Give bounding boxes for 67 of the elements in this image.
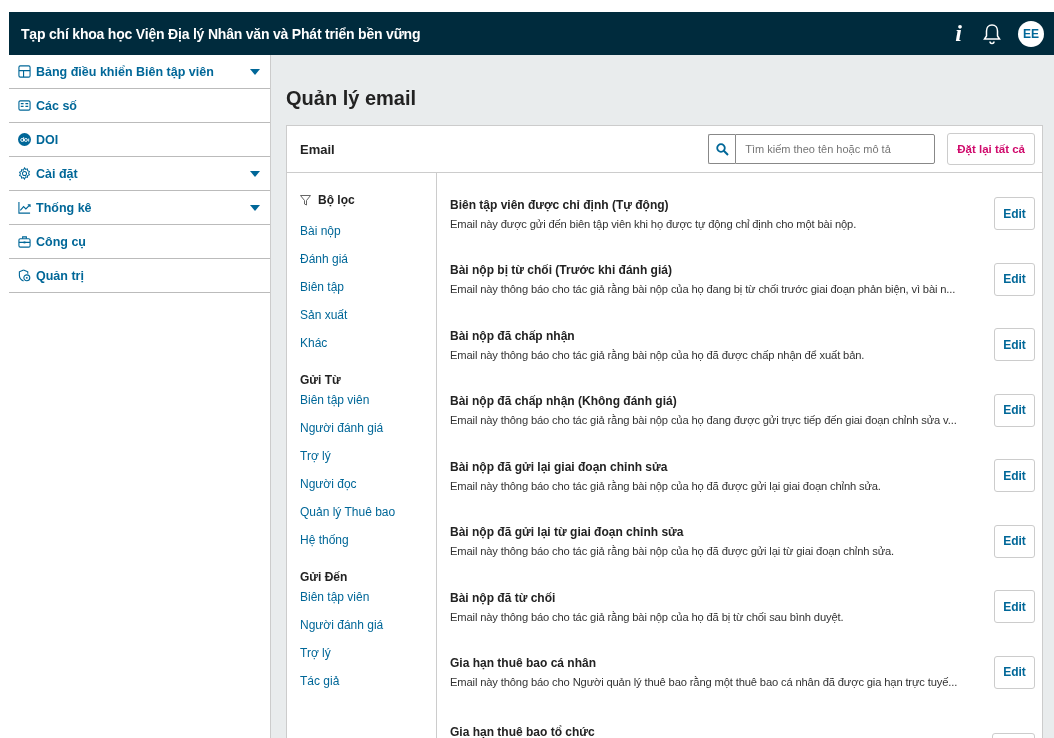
- sidebar-item[interactable]: DOI: [9, 123, 270, 157]
- search-field[interactable]: Tìm kiếm theo tên hoặc mô tả: [735, 134, 936, 164]
- panel-title: Email: [300, 141, 336, 157]
- email-description: Email này thông báo cho tác giả rằng bài nộp của họ đang bị từ chối trước giai đoạn phản biện, vì bài n...: [450, 283, 957, 296]
- reset-all-button[interactable]: Đặt lại tất cả: [947, 133, 1035, 165]
- filter-link[interactable]: Người đánh giá: [300, 618, 384, 632]
- email-description: Email này thông báo cho Người quản lý thuê bao rằng một thuê bao cá nhân đã được gia hạn trực tuyế...: [450, 676, 959, 689]
- filter-link[interactable]: Người đánh giá: [300, 421, 384, 435]
- filter-link[interactable]: Người đọc: [300, 477, 357, 491]
- sidebar-item[interactable]: Cài đặt: [9, 157, 270, 191]
- edit-button[interactable]: Edit: [994, 459, 1035, 493]
- filter-icon: [300, 194, 311, 206]
- briefcase-icon: [18, 235, 31, 248]
- chart-icon: [18, 201, 31, 214]
- email-title: Bài nộp bị từ chối (Trước khi đánh giá): [450, 263, 673, 278]
- email-title: Bài nộp đã từ chối: [450, 590, 557, 605]
- gear-icon: [18, 167, 31, 180]
- shield-icon: [18, 269, 31, 282]
- edit-button[interactable]: Edit: [994, 262, 1035, 296]
- help-button[interactable]: i: [953, 20, 964, 47]
- filter-link[interactable]: Bài nộp: [300, 224, 341, 238]
- sidebar-item[interactable]: Bảng điều khiển Biên tập viên: [9, 55, 270, 89]
- edit-button[interactable]: Edit: [994, 524, 1035, 558]
- filter-heading: Bộ lọc: [318, 193, 355, 207]
- layout-icon: [18, 65, 31, 78]
- email-title: Bài nộp đã chấp nhận: [450, 328, 576, 343]
- filter-heading: Gửi Từ: [300, 373, 341, 387]
- filter-link[interactable]: Quản lý Thuê bao: [300, 505, 396, 519]
- edit-button[interactable]: Edit: [994, 328, 1035, 362]
- edit-button[interactable]: Edit: [994, 655, 1035, 689]
- email-description: Email này được gửi đến biên tập viên khi họ được tự động chỉ định cho một bài nộp.: [450, 217, 858, 230]
- filter-link[interactable]: Sản xuất: [300, 308, 348, 322]
- page-title: Quản lý email: [286, 87, 418, 110]
- email-description: Email này thông báo cho tác giả rằng bài nộp của họ đã được gửi lại giai đoạn chỉnh sửa.: [450, 479, 882, 492]
- search-icon: [715, 142, 729, 156]
- email-title: Bài nộp đã chấp nhận (Không đánh giá): [450, 394, 678, 409]
- filter-heading: Gửi Đến: [300, 570, 348, 584]
- doi-icon: [18, 133, 31, 146]
- sidebar-item[interactable]: Quản trị: [9, 259, 270, 293]
- filter-link[interactable]: Biên tập viên: [300, 590, 370, 604]
- list-icon: [18, 99, 31, 112]
- sidebar-item[interactable]: Các số: [9, 89, 270, 123]
- sidebar-item[interactable]: Công cụ: [9, 225, 270, 259]
- email-title: Bài nộp đã gửi lại giai đoạn chỉnh sửa: [450, 459, 669, 474]
- filter-link[interactable]: Tác giả: [300, 674, 340, 688]
- email-title: Gia hạn thuê bao tổ chức: [450, 725, 596, 738]
- user-avatar[interactable]: EE: [1018, 20, 1044, 47]
- filter-link[interactable]: Trợ lý: [300, 449, 331, 463]
- email-description: Email này thông báo cho tác giả rằng bài nộp của họ đang được gửi trực tiếp đến giai đoạn chỉnh sửa v...: [450, 414, 958, 427]
- filter-link[interactable]: Biên tập viên: [300, 393, 370, 407]
- email-title: Bài nộp đã gửi lại từ giai đoạn chỉnh sửa: [450, 525, 685, 540]
- email-description: Email này thông báo cho tác giả rằng bài nộp của họ đã bị từ chối sau bình duyệt.: [450, 610, 845, 623]
- journal-title: Tạp chí khoa học Viện Địa lý Nhân văn và Phát triển bền vững: [21, 25, 422, 42]
- filter-link[interactable]: Trợ lý: [300, 646, 331, 660]
- email-title: Biên tập viên được chỉ định (Tự động): [450, 197, 670, 212]
- edit-button[interactable]: Edit: [994, 393, 1035, 427]
- filter-link[interactable]: Đánh giá: [300, 252, 349, 266]
- edit-button[interactable]: Edit: [994, 590, 1035, 624]
- filter-link[interactable]: Hệ thống: [300, 533, 349, 547]
- edit-button[interactable]: Edit: [994, 197, 1035, 231]
- sidebar-item[interactable]: Thống kê: [9, 191, 270, 225]
- email-description: Email này thông báo cho tác giả rằng bài nộp của họ đã được chấp nhận để xuất bản.: [450, 348, 866, 361]
- email-title: Gia hạn thuê bao cá nhân: [450, 656, 598, 671]
- filter-link[interactable]: Khác: [300, 336, 328, 350]
- filter-link[interactable]: Biên tập: [300, 280, 345, 294]
- email-description: Email này thông báo cho tác giả rằng bài nộp của họ đã được gửi lại từ giai đoạn chỉnh sửa.: [450, 545, 896, 558]
- bell-icon[interactable]: [982, 22, 1002, 45]
